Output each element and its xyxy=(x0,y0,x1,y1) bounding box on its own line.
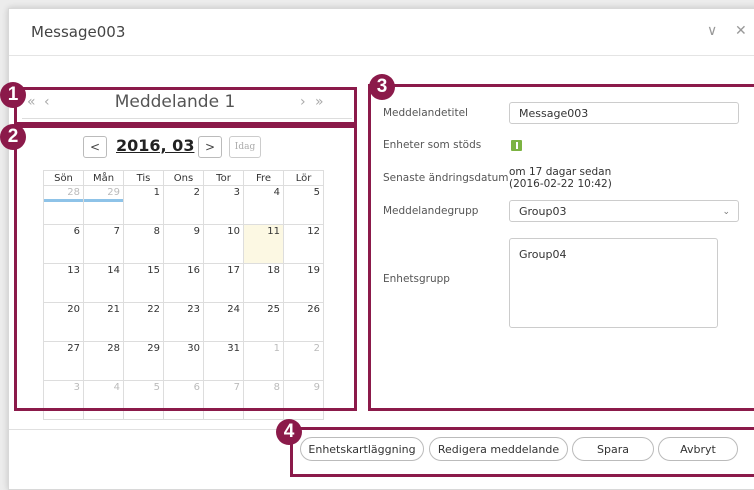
close-icon[interactable]: ✕ xyxy=(735,23,747,39)
callout-box-3 xyxy=(368,84,754,411)
callout-badge-2: 2 xyxy=(0,124,26,150)
dialog-title: Message003 xyxy=(31,23,126,41)
callout-box-1 xyxy=(14,87,357,125)
callout-badge-1: 1 xyxy=(0,82,26,108)
dialog-titlebar: Message003 ∨ ✕ xyxy=(9,9,754,56)
callout-box-4 xyxy=(290,427,754,477)
callout-badge-3: 3 xyxy=(369,74,395,100)
callout-box-2 xyxy=(14,125,357,411)
chevron-down-icon[interactable]: ∨ xyxy=(707,23,717,39)
callout-badge-4: 4 xyxy=(276,419,302,445)
